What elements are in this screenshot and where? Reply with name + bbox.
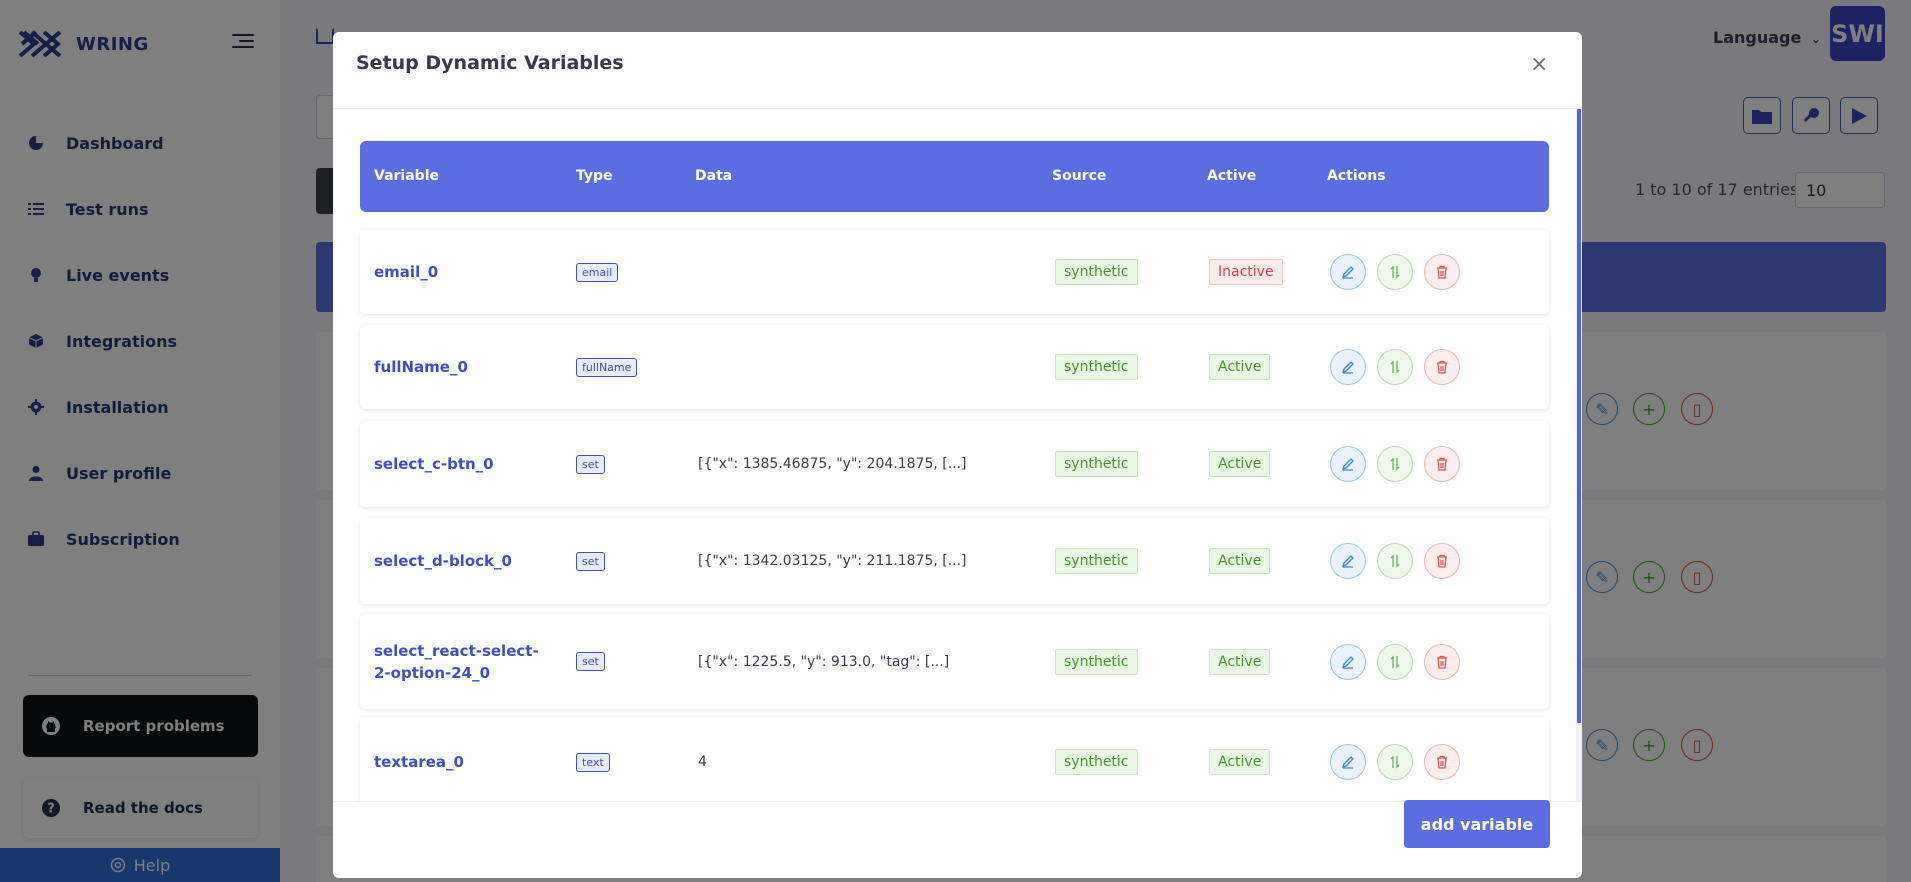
table-row: fullName_0 fullName synthetic Active [360, 325, 1549, 409]
data-value: [{"x": 1385.46875, "y": 204.1875, [...] [698, 456, 967, 472]
type-badge: email [576, 262, 619, 282]
swap-vertical-icon [1390, 265, 1400, 279]
status-badge: Active [1209, 548, 1271, 574]
edit-button[interactable] [1330, 543, 1366, 579]
close-icon[interactable]: × [1530, 54, 1548, 76]
delete-button[interactable] [1424, 446, 1460, 482]
swap-vertical-icon [1390, 457, 1400, 471]
table-header: Variable Type Data Source Active Actions [360, 141, 1549, 212]
status-badge: Active [1209, 749, 1271, 775]
delete-button[interactable] [1424, 643, 1460, 680]
table-row: email_0 email synthetic Inactive [360, 230, 1549, 314]
reorder-button[interactable] [1377, 543, 1413, 579]
modal-title: Setup Dynamic Variables [356, 52, 624, 74]
trash-icon [1437, 360, 1447, 374]
status-badge: Active [1209, 451, 1271, 477]
pencil-icon [1341, 458, 1354, 471]
type-badge: fullName [576, 357, 638, 377]
status-badge: Active [1209, 354, 1271, 380]
modal-body[interactable]: Variable Type Data Source Active Actions… [333, 108, 1582, 802]
reorder-button[interactable] [1377, 643, 1413, 680]
swap-vertical-icon [1390, 360, 1400, 374]
variable-name-link[interactable]: select_react-select-2-option-24_0 [374, 640, 544, 684]
pencil-icon [1341, 555, 1354, 568]
column-header-data: Data [695, 168, 733, 184]
variable-name-link[interactable]: fullName_0 [374, 356, 544, 378]
swap-vertical-icon [1390, 554, 1400, 568]
edit-button[interactable] [1330, 744, 1366, 780]
swap-vertical-icon [1390, 654, 1400, 669]
pencil-icon [1341, 361, 1354, 374]
data-value: [{"x": 1225.5, "y": 913.0, "tag": [...] [698, 653, 950, 670]
reorder-button[interactable] [1377, 254, 1413, 290]
type-badge: set [576, 652, 605, 671]
source-badge: synthetic [1055, 548, 1138, 574]
reorder-button[interactable] [1377, 446, 1413, 482]
variable-name-link[interactable]: select_d-block_0 [374, 550, 544, 572]
pencil-icon [1341, 756, 1354, 769]
source-badge: synthetic [1055, 749, 1138, 775]
column-header-type: Type [576, 168, 613, 184]
edit-button[interactable] [1330, 643, 1366, 680]
delete-button[interactable] [1424, 349, 1460, 385]
delete-button[interactable] [1424, 254, 1460, 290]
reorder-button[interactable] [1377, 349, 1413, 385]
edit-button[interactable] [1330, 446, 1366, 482]
swap-vertical-icon [1390, 755, 1400, 769]
table-row: select_d-block_0 set [{"x": 1342.03125, "y… [360, 518, 1549, 604]
variable-name-link[interactable]: textarea_0 [374, 751, 544, 773]
pencil-icon [1341, 266, 1354, 279]
source-badge: synthetic [1055, 354, 1138, 380]
pencil-icon [1341, 655, 1354, 669]
trash-icon [1437, 554, 1447, 568]
table-row: select_c-btn_0 set [{"x": 1385.46875, "y":… [360, 421, 1549, 507]
edit-button[interactable] [1330, 349, 1366, 385]
delete-button[interactable] [1424, 543, 1460, 579]
status-badge: Active [1209, 648, 1271, 675]
dynamic-variables-modal: Setup Dynamic Variables × Variable Type … [333, 32, 1582, 878]
delete-button[interactable] [1424, 744, 1460, 780]
variable-name-link[interactable]: select_c-btn_0 [374, 453, 544, 475]
column-header-actions: Actions [1327, 168, 1386, 184]
trash-icon [1437, 265, 1447, 279]
variable-name-link[interactable]: email_0 [374, 261, 544, 283]
trash-icon [1437, 457, 1447, 471]
column-header-active: Active [1207, 168, 1257, 184]
column-header-source: Source [1052, 168, 1107, 184]
status-badge: Inactive [1209, 259, 1283, 285]
table-row: select_react-select-2-option-24_0 set [{"x… [360, 614, 1549, 709]
source-badge: synthetic [1055, 451, 1138, 477]
table-row: textarea_0 text 4 synthetic Active [360, 717, 1549, 801]
trash-icon [1437, 655, 1447, 669]
reorder-button[interactable] [1377, 744, 1413, 780]
scrollbar-thumb[interactable] [1577, 109, 1581, 723]
type-badge: set [576, 551, 605, 571]
type-badge: set [576, 454, 605, 474]
data-value: [{"x": 1342.03125, "y": 211.1875, [...] [698, 553, 967, 569]
source-badge: synthetic [1055, 648, 1138, 675]
data-value: 4 [698, 754, 707, 770]
trash-icon [1437, 755, 1447, 769]
column-header-variable: Variable [374, 168, 439, 184]
edit-button[interactable] [1330, 254, 1366, 290]
add-variable-button[interactable]: add variable [1404, 800, 1550, 848]
type-badge: text [576, 752, 610, 772]
source-badge: synthetic [1055, 259, 1138, 285]
